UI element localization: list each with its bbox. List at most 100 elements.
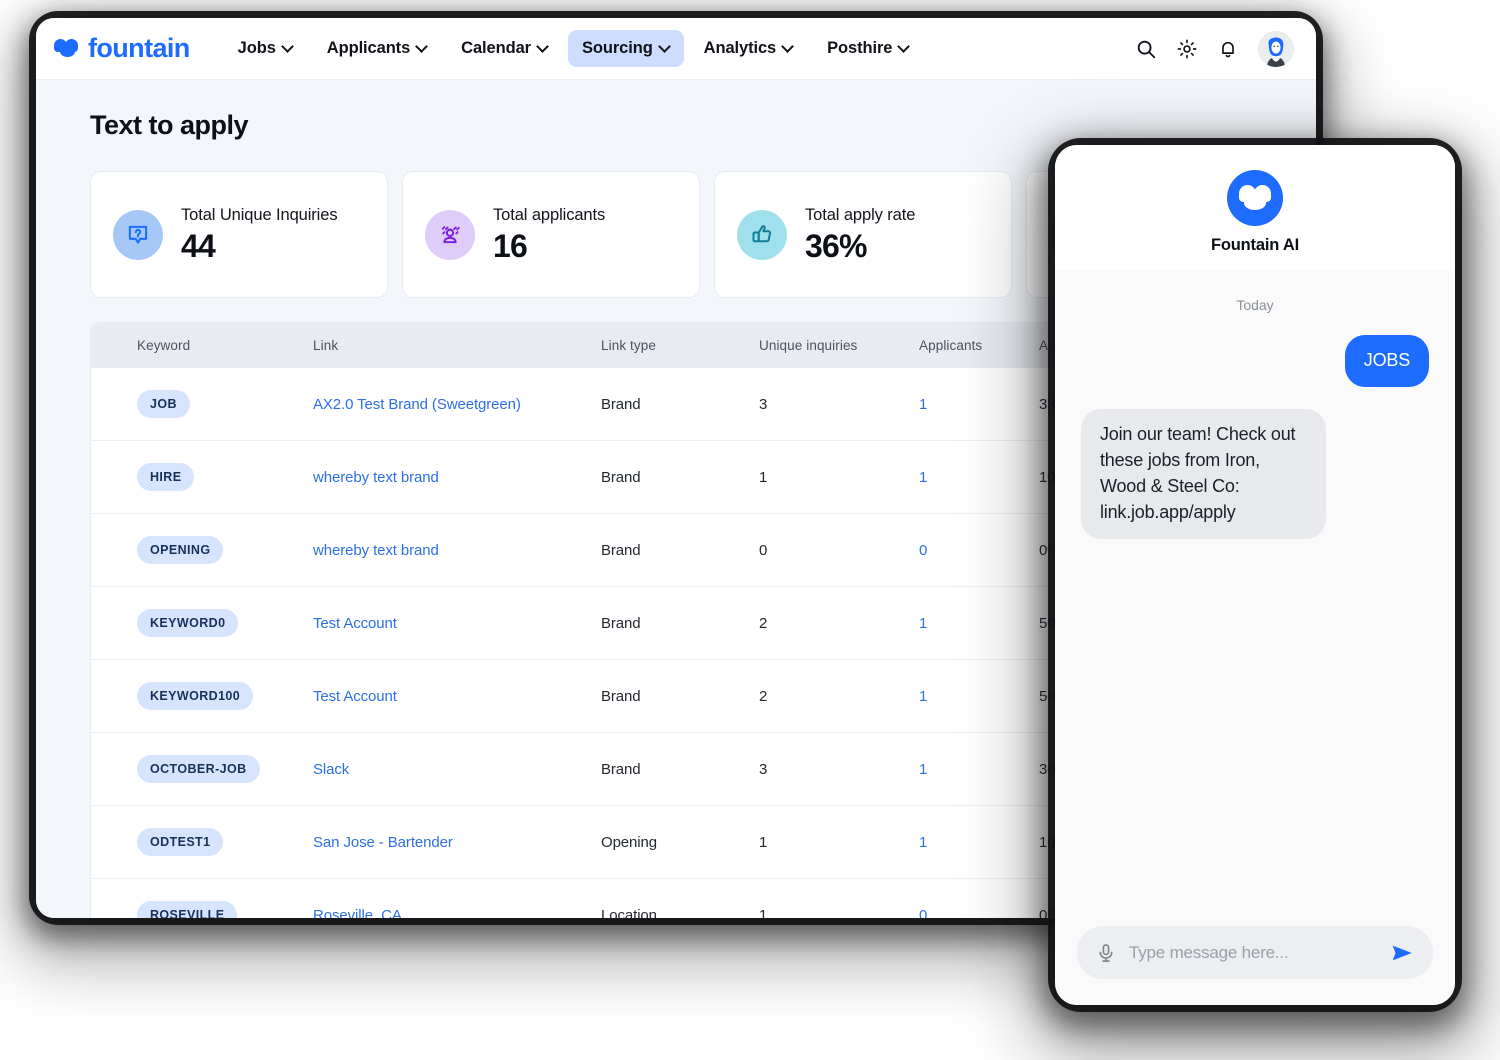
stat-card-total-unique-inquiries: Total Unique Inquiries 44 [90,171,388,298]
question-bubble-icon [113,209,163,260]
keyword-badge[interactable]: ODTEST1 [137,828,224,856]
applicants-cell[interactable]: 1 [919,586,1039,660]
link-cell[interactable]: whereby text brand [313,469,439,486]
nav-item-label: Analytics [703,39,777,57]
applicants-cell[interactable]: 1 [919,368,1039,441]
nav-item-applicants[interactable]: Applicants [313,30,441,67]
keyword-badge[interactable]: KEYWORD100 [137,682,254,710]
column-header-link-type[interactable]: Link type [601,323,759,368]
chat-bubble-outgoing: JOBS [1344,335,1429,387]
link-type-cell: Location [601,878,759,918]
applicants-cell[interactable]: 0 [919,513,1039,587]
fountain-logo-text: fountain [88,33,190,63]
applicants-cell[interactable]: 1 [919,732,1039,806]
keyword-badge[interactable]: HIRE [137,463,195,491]
nav-item-label: Posthire [827,39,893,57]
main-nav-items: Jobs Applicants Calendar Sourcing Analyt… [224,30,924,67]
unique-inquiries-cell: 2 [759,586,919,660]
column-header-applicants[interactable]: Applicants [919,323,1039,368]
top-navigation-bar: fountain Jobs Applicants Calendar Sourci… [36,18,1316,80]
unique-inquiries-cell: 0 [759,513,919,587]
chat-title: Fountain AI [1211,236,1299,254]
unique-inquiries-cell: 2 [759,659,919,733]
chevron-down-icon [899,42,909,52]
link-cell[interactable]: Roseville, CA [313,907,402,919]
link-type-cell: Brand [601,513,759,587]
nav-actions [1135,30,1294,67]
keyword-badge[interactable]: ROSEVILLE [137,901,238,918]
unique-inquiries-cell: 1 [759,805,919,879]
link-cell[interactable]: whereby text brand [313,542,439,559]
chevron-down-icon [283,42,293,52]
fountain-ai-logo-icon [1227,170,1283,226]
applicants-cell[interactable]: 1 [919,440,1039,514]
nav-item-label: Sourcing [581,39,653,57]
stat-value: 16 [493,227,528,264]
nav-item-analytics[interactable]: Analytics [690,30,807,67]
nav-item-posthire[interactable]: Posthire [813,30,923,67]
search-icon[interactable] [1135,38,1157,60]
link-type-cell: Brand [601,586,759,660]
chat-panel: Fountain AI Today JOBS Join our team! Ch… [1055,145,1455,1005]
nav-item-sourcing[interactable]: Sourcing [567,30,684,67]
chevron-down-icon [538,42,548,52]
stat-card-total-apply-rate: Total apply rate 36% [714,171,1012,298]
applicants-cell[interactable]: 0 [919,878,1039,918]
link-cell[interactable]: Test Account [313,688,397,705]
link-cell[interactable]: Test Account [313,615,397,632]
link-type-cell: Brand [601,659,759,733]
nav-item-label: Applicants [326,39,411,57]
unique-inquiries-cell: 3 [759,368,919,441]
link-cell[interactable]: AX2.0 Test Brand (Sweetgreen) [313,396,521,413]
applicant-icon [425,209,475,260]
chevron-down-icon [660,42,670,52]
applicants-cell[interactable]: 1 [919,659,1039,733]
keyword-badge[interactable]: OPENING [137,536,224,564]
link-type-cell: Brand [601,440,759,514]
chat-composer-area [1055,910,1455,1005]
link-type-cell: Brand [601,368,759,441]
column-header-keyword[interactable]: Keyword [91,323,313,368]
chat-bubble-incoming: Join our team! Check out these jobs from… [1081,408,1326,539]
nav-item-calendar[interactable]: Calendar [447,30,562,67]
stat-value: 44 [181,227,216,264]
avatar-illustration [1258,30,1294,67]
page-title: Text to apply [90,110,249,140]
gear-icon[interactable] [1176,38,1198,60]
stat-label: Total Unique Inquiries [181,205,338,224]
chat-day-divider: Today [1236,297,1274,313]
link-cell[interactable]: San Jose - Bartender [313,834,453,851]
chevron-down-icon [417,42,427,52]
chevron-down-icon [783,42,793,52]
screenshot-stage: fountain Jobs Applicants Calendar Sourci… [0,0,1500,1060]
unique-inquiries-cell: 3 [759,732,919,806]
bell-icon[interactable] [1217,38,1239,60]
unique-inquiries-cell: 1 [759,440,919,514]
chat-header: Fountain AI [1055,145,1455,271]
nav-item-jobs[interactable]: Jobs [224,30,307,67]
stat-label: Total apply rate [805,205,916,224]
keyword-badge[interactable]: KEYWORD0 [137,609,239,637]
nav-item-label: Calendar [461,39,531,57]
stat-card-total-applicants: Total applicants 16 [402,171,700,298]
stat-value: 36% [805,227,867,264]
link-cell[interactable]: Slack [313,761,349,778]
stat-label: Total applicants [493,205,606,224]
fountain-logo-icon [54,38,80,59]
applicants-cell[interactable]: 1 [919,805,1039,879]
avatar[interactable] [1258,30,1294,67]
column-header-unique-inquiries[interactable]: Unique inquiries [759,323,919,368]
send-icon[interactable] [1389,940,1415,966]
column-header-link[interactable]: Link [313,323,601,368]
chat-composer[interactable] [1077,926,1433,979]
link-type-cell: Opening [601,805,759,879]
nav-item-label: Jobs [237,39,276,57]
microphone-icon[interactable] [1095,942,1117,964]
fountain-logo[interactable]: fountain [54,33,190,64]
keyword-badge[interactable]: OCTOBER-JOB [137,755,260,783]
link-type-cell: Brand [601,732,759,806]
keyword-badge[interactable]: JOB [137,390,190,418]
unique-inquiries-cell: 1 [759,878,919,918]
chat-message-row-incoming: Join our team! Check out these jobs from… [1081,408,1429,539]
chat-message-input[interactable] [1129,942,1377,963]
